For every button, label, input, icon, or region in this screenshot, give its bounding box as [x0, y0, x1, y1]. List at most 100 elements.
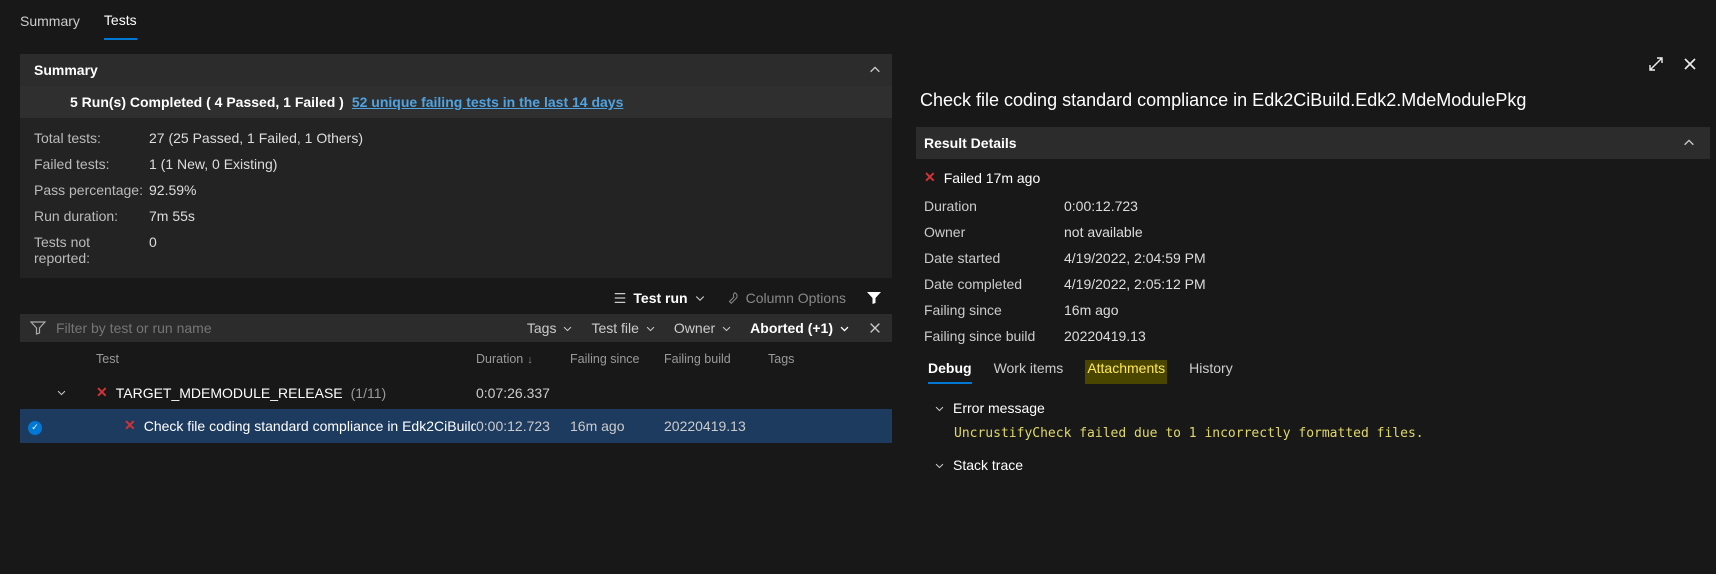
date-completed-label: Date completed [924, 276, 1064, 292]
stack-trace-header[interactable]: Stack trace [924, 441, 1702, 473]
test-run-label: Test run [633, 290, 687, 306]
failing-build-value: 20220419.13 [1064, 328, 1702, 344]
col-failing-build[interactable]: Failing build [664, 352, 768, 366]
group-duration: 0:07:26.337 [476, 385, 570, 401]
tab-debug[interactable]: Debug [928, 360, 972, 384]
summary-title: Summary [34, 62, 98, 78]
owner-value: not available [1064, 224, 1702, 240]
col-test[interactable]: Test [96, 352, 476, 366]
tab-summary[interactable]: Summary [20, 13, 80, 39]
run-summary-text: 5 Run(s) Completed ( 4 Passed, 1 Failed … [70, 94, 344, 110]
result-details-body: ✕ Failed 17m ago Duration 0:00:12.723 Ow… [916, 159, 1710, 483]
chevron-down-icon [934, 460, 945, 471]
filter-aborted-label: Aborted (+1) [750, 320, 833, 336]
filter-owner-label: Owner [674, 320, 715, 336]
filter-aborted[interactable]: Aborted (+1) [750, 320, 850, 336]
date-started-label: Date started [924, 250, 1064, 266]
table-row[interactable]: ✓ ✕ Check file coding standard complianc… [20, 409, 892, 443]
failing-tests-link[interactable]: 52 unique failing tests in the last 14 d… [352, 94, 624, 110]
top-tabs: Summary Tests [0, 0, 1716, 44]
wrench-icon [726, 291, 740, 305]
filter-test-file-label: Test file [591, 320, 638, 336]
failing-since-value: 16m ago [1064, 302, 1702, 318]
toolbar: Test run Column Options [20, 278, 892, 314]
detail-fields: Duration 0:00:12.723 Owner not available… [924, 198, 1702, 344]
filter-icon[interactable] [866, 290, 882, 306]
failed-tests-label: Failed tests: [34, 156, 149, 172]
stack-trace-label: Stack trace [953, 457, 1023, 473]
test-name: ✕ Check file coding standard compliance … [96, 417, 476, 434]
run-duration-value: 7m 55s [149, 208, 878, 224]
clear-filter-icon[interactable] [868, 321, 882, 335]
detail-title: Check file coding standard compliance in… [916, 90, 1710, 127]
filter-outline-icon [30, 320, 46, 336]
chevron-up-icon[interactable] [1682, 136, 1696, 150]
tab-attachments[interactable]: Attachments [1085, 360, 1167, 384]
result-details-label: Result Details [924, 135, 1017, 151]
error-message-label: Error message [953, 400, 1045, 416]
detail-tabs: Debug Work items Attachments History [924, 344, 1702, 384]
chevron-down-icon [694, 292, 706, 304]
filter-owner[interactable]: Owner [674, 320, 732, 336]
detail-toolbar [916, 54, 1710, 90]
duration-label: Duration [924, 198, 1064, 214]
filter-tags[interactable]: Tags [527, 320, 574, 336]
sort-down-icon: ↓ [527, 354, 533, 366]
test-failing-build: 20220419.13 [664, 418, 768, 434]
column-options-button[interactable]: Column Options [726, 290, 846, 306]
column-options-label: Column Options [746, 290, 846, 306]
col-duration[interactable]: Duration↓ [476, 352, 570, 366]
error-message-header[interactable]: Error message [924, 384, 1702, 416]
result-details-header[interactable]: Result Details [916, 127, 1710, 159]
filter-row: Tags Test file Owner Aborted (+1) [20, 314, 892, 342]
run-summary-bar: 5 Run(s) Completed ( 4 Passed, 1 Failed … [20, 86, 892, 118]
check-circle-icon: ✓ [28, 421, 42, 435]
selected-indicator: ✓ [28, 417, 56, 435]
pass-pct-label: Pass percentage: [34, 182, 149, 198]
date-started-value: 4/19/2022, 2:04:59 PM [1064, 250, 1702, 266]
date-completed-value: 4/19/2022, 2:05:12 PM [1064, 276, 1702, 292]
failing-since-label: Failing since [924, 302, 1064, 318]
summary-panel: Summary 5 Run(s) Completed ( 4 Passed, 1… [20, 54, 892, 278]
tab-history[interactable]: History [1189, 360, 1233, 384]
not-reported-label: Tests not reported: [34, 234, 149, 266]
test-failing-since: 16m ago [570, 418, 664, 434]
fail-icon: ✕ [924, 169, 936, 186]
duration-value: 0:00:12.723 [1064, 198, 1702, 214]
status-line: ✕ Failed 17m ago [924, 169, 1702, 186]
failing-build-label: Failing since build [924, 328, 1064, 344]
chevron-down-icon[interactable] [56, 387, 66, 398]
summary-stats: Total tests: 27 (25 Passed, 1 Failed, 1 … [20, 118, 892, 278]
tab-tests[interactable]: Tests [104, 12, 137, 40]
chevron-up-icon[interactable] [868, 63, 878, 77]
left-pane: Summary 5 Run(s) Completed ( 4 Passed, 1… [20, 54, 892, 574]
error-message-text: UncrustifyCheck failed due to 1 incorrec… [954, 426, 1702, 441]
filter-tags-label: Tags [527, 320, 557, 336]
group-name: ✕ TARGET_MDEMODULE_RELEASE (1/11) [96, 384, 476, 401]
close-icon[interactable] [1682, 56, 1698, 72]
failed-tests-value: 1 (1 New, 0 Existing) [149, 156, 878, 172]
main-area: Summary 5 Run(s) Completed ( 4 Passed, 1… [0, 44, 1716, 574]
col-failing-since[interactable]: Failing since [570, 352, 664, 366]
status-text: Failed 17m ago [944, 170, 1041, 186]
filter-input[interactable] [56, 320, 509, 336]
run-duration-label: Run duration: [34, 208, 149, 224]
test-run-dropdown[interactable]: Test run [613, 290, 705, 306]
col-tags[interactable]: Tags [768, 352, 848, 366]
pass-pct-value: 92.59% [149, 182, 878, 198]
owner-label: Owner [924, 224, 1064, 240]
summary-panel-header[interactable]: Summary [20, 54, 892, 86]
not-reported-value: 0 [149, 234, 878, 266]
total-tests-label: Total tests: [34, 130, 149, 146]
tab-work-items[interactable]: Work items [994, 360, 1064, 384]
table-header: Test Duration↓ Failing since Failing bui… [20, 342, 892, 376]
right-pane: Check file coding standard compliance in… [916, 54, 1710, 574]
total-tests-value: 27 (25 Passed, 1 Failed, 1 Others) [149, 130, 878, 146]
test-duration: 0:00:12.723 [476, 418, 570, 434]
fail-icon: ✕ [96, 384, 108, 401]
filter-test-file[interactable]: Test file [591, 320, 655, 336]
table-row[interactable]: ✕ TARGET_MDEMODULE_RELEASE (1/11) 0:07:2… [20, 376, 892, 409]
expand-icon[interactable] [1648, 56, 1664, 72]
chevron-down-icon [934, 403, 945, 414]
list-icon [613, 291, 627, 305]
